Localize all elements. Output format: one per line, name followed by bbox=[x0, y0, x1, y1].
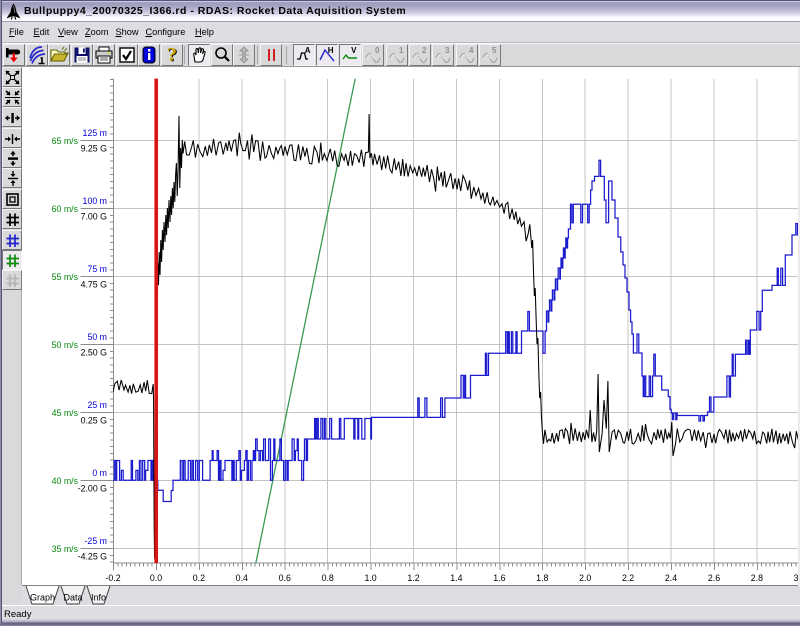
svg-text:4: 4 bbox=[469, 46, 474, 55]
svg-text:0.25 G: 0.25 G bbox=[81, 416, 108, 426]
svg-text:1.8: 1.8 bbox=[536, 573, 548, 583]
svg-text:0 m: 0 m bbox=[92, 468, 107, 478]
svg-text:0.2: 0.2 bbox=[193, 573, 205, 583]
svg-text:35 m/s: 35 m/s bbox=[52, 544, 79, 554]
svg-text:0: 0 bbox=[375, 46, 380, 55]
svg-text:2.50 G: 2.50 G bbox=[81, 348, 108, 358]
svg-text:H: H bbox=[328, 46, 334, 55]
svg-text:1: 1 bbox=[399, 46, 404, 55]
svg-text:125 m: 125 m bbox=[83, 128, 107, 138]
svg-text:1.2: 1.2 bbox=[407, 573, 419, 583]
svg-text:2.0: 2.0 bbox=[579, 573, 591, 583]
svg-text:-25 m: -25 m bbox=[85, 536, 108, 546]
svg-text:0.0: 0.0 bbox=[150, 573, 162, 583]
svg-text:V: V bbox=[351, 46, 357, 55]
svg-text:2.4: 2.4 bbox=[665, 573, 677, 583]
svg-text:0.8: 0.8 bbox=[322, 573, 334, 583]
svg-text:2.8: 2.8 bbox=[751, 573, 763, 583]
svg-text:-0.2: -0.2 bbox=[106, 573, 121, 583]
svg-text:Info: Info bbox=[91, 593, 106, 603]
svg-text:-4.25 G: -4.25 G bbox=[78, 552, 107, 562]
svg-text:65 m/s: 65 m/s bbox=[52, 136, 79, 146]
svg-text:55 m/s: 55 m/s bbox=[52, 272, 79, 282]
svg-text:2.6: 2.6 bbox=[708, 573, 720, 583]
svg-text:0.6: 0.6 bbox=[279, 573, 291, 583]
svg-text:40 m/s: 40 m/s bbox=[52, 476, 79, 486]
svg-text:2: 2 bbox=[422, 46, 427, 55]
svg-text:1.4: 1.4 bbox=[450, 573, 462, 583]
svg-text:50 m: 50 m bbox=[87, 332, 107, 342]
svg-text:Data: Data bbox=[63, 593, 82, 603]
svg-text:2.2: 2.2 bbox=[622, 573, 634, 583]
svg-text:3: 3 bbox=[445, 46, 450, 55]
svg-text:1.0: 1.0 bbox=[364, 573, 376, 583]
svg-text:0.4: 0.4 bbox=[236, 573, 248, 583]
svg-text:7.00 G: 7.00 G bbox=[81, 212, 108, 222]
svg-text:A: A bbox=[304, 46, 310, 55]
svg-text:Graph: Graph bbox=[30, 593, 55, 603]
svg-text:9.25 G: 9.25 G bbox=[81, 144, 108, 154]
svg-text:75 m: 75 m bbox=[87, 264, 107, 274]
svg-text:1.6: 1.6 bbox=[493, 573, 505, 583]
svg-text:50 m/s: 50 m/s bbox=[52, 340, 79, 350]
svg-text:-2.00 G: -2.00 G bbox=[78, 484, 107, 494]
svg-text:?: ? bbox=[167, 45, 177, 65]
svg-text:4.75 G: 4.75 G bbox=[81, 280, 108, 290]
svg-text:5: 5 bbox=[492, 46, 497, 55]
svg-text:45 m/s: 45 m/s bbox=[52, 408, 79, 418]
svg-text:60 m/s: 60 m/s bbox=[52, 204, 79, 214]
svg-text:25 m: 25 m bbox=[87, 400, 107, 410]
svg-text:100 m: 100 m bbox=[83, 196, 107, 206]
